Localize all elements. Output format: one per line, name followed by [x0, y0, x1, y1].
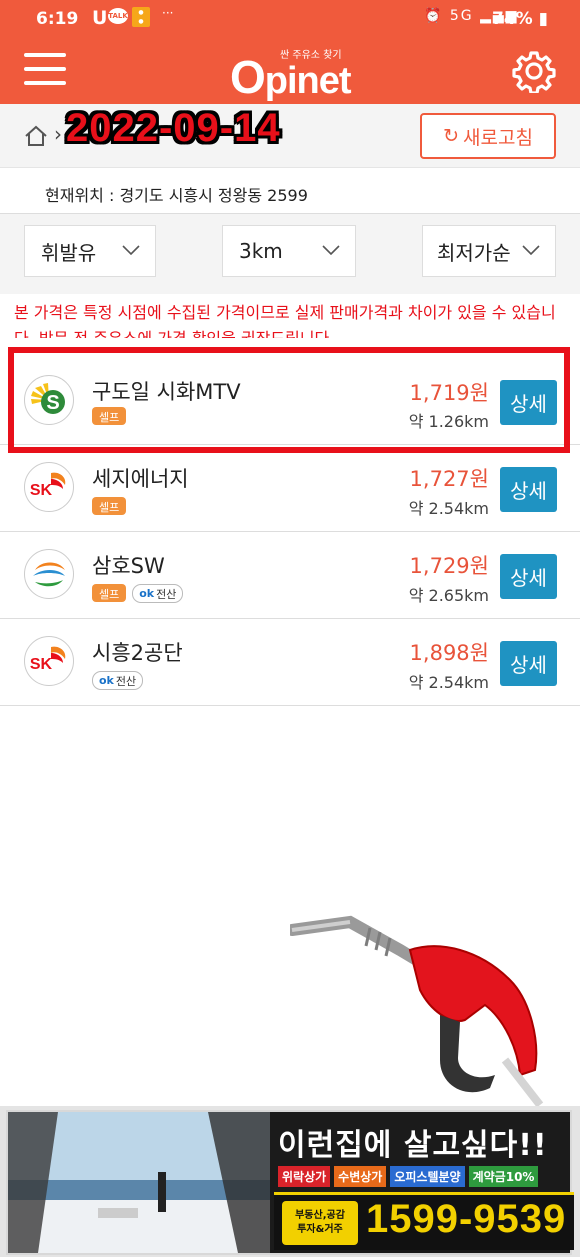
- detail-button[interactable]: 상세: [500, 641, 557, 686]
- ad-tag: 오피스텔분양: [390, 1166, 465, 1187]
- ad-badge: 부동산,공감 투자&거주: [282, 1201, 358, 1245]
- status-bar: 6:19 U⁺ TALK ● ● ··· ⏰ 5G ▂▄▆ 74% ▮: [0, 0, 580, 38]
- svg-text:S: S: [46, 392, 59, 414]
- self-service-badge: 셀프: [92, 407, 127, 425]
- card-payment-badge: ok 전산: [92, 671, 144, 690]
- ad-tag: 수변상가: [334, 1166, 387, 1187]
- more-notifications-icon: ···: [162, 6, 174, 20]
- station-row[interactable]: S 구도일 시화MTV 셀프 1,719원 약 1.26km 상세: [0, 345, 580, 445]
- refresh-icon: ↻: [443, 125, 459, 147]
- fuel-type-value: 휘발유: [41, 240, 97, 265]
- station-distance: 약 2.54km: [408, 673, 489, 692]
- radius-value: 3km: [239, 239, 283, 263]
- ok-cashbag-icon: ok: [99, 674, 114, 687]
- ad-phone-panel: 부동산,공감 투자&거주 1599-9539: [274, 1192, 574, 1250]
- radius-select[interactable]: 3km: [222, 225, 356, 277]
- ad-tag: 위락상가: [278, 1166, 331, 1187]
- station-row[interactable]: SK 시흥2공단 ok 전산 1,898원 약 2.54km 상세: [0, 619, 580, 706]
- svg-text:SK: SK: [30, 482, 53, 499]
- price-notice: 본 가격은 특정 시점에 수집된 가격이므로 실제 판매가격과 차이가 있을 수…: [14, 303, 556, 338]
- date-overlay: 2022-09-14: [66, 106, 281, 150]
- detail-button[interactable]: 상세: [500, 380, 557, 425]
- breadcrumb-chevron-icon: ›: [54, 122, 62, 146]
- station-name: 구도일 시화MTV: [92, 380, 241, 404]
- ad-tags: 위락상가 수변상가 오피스텔분양 계약금10%: [278, 1166, 539, 1187]
- ad-tag: 계약금10%: [468, 1166, 539, 1187]
- home-icon[interactable]: [24, 124, 48, 148]
- refresh-button[interactable]: ↻ 새로고침: [420, 113, 556, 159]
- sort-select[interactable]: 최저가순: [422, 225, 556, 277]
- fuel-type-select[interactable]: 휘발유: [24, 225, 156, 277]
- chevron-down-icon: [322, 245, 340, 256]
- station-price: 1,727원: [409, 467, 489, 491]
- sort-value: 최저가순: [437, 240, 511, 265]
- gs-logo-icon: [24, 549, 74, 599]
- ok-cashbag-icon: ok: [139, 587, 155, 600]
- card-payment-badge: ok 전산: [132, 584, 184, 603]
- station-name: 시흥2공단: [92, 641, 183, 665]
- detail-button[interactable]: 상세: [500, 467, 557, 512]
- ad-banner[interactable]: 이런집에 살고싶다!! 위락상가 수변상가 오피스텔분양 계약금10% 부동산,…: [0, 1106, 580, 1257]
- battery-level: 74% ▮: [492, 9, 548, 29]
- svg-text:SK: SK: [30, 656, 53, 673]
- station-row[interactable]: 삼호SW 셀프 ok 전산 1,729원 약 2.65km 상세: [0, 532, 580, 619]
- status-time: 6:19: [36, 9, 79, 29]
- station-distance: 약 1.26km: [408, 412, 489, 431]
- station-name: 세지에너지: [92, 467, 189, 491]
- app-notification-icon: ● ●: [132, 7, 150, 27]
- ad-title: 이런집에 살고싶다!!: [278, 1128, 548, 1163]
- sk-logo-icon: SK: [24, 636, 74, 686]
- talk-notification-icon: TALK: [108, 8, 128, 24]
- current-location: 현재위치 : 경기도 시흥시 정왕동 2599: [0, 168, 580, 214]
- station-price: 1,898원: [409, 641, 489, 665]
- chevron-down-icon: [522, 245, 540, 256]
- chevron-down-icon: [122, 245, 140, 256]
- sk-logo-icon: SK: [24, 462, 74, 512]
- detail-button[interactable]: 상세: [500, 554, 557, 599]
- ad-image: [8, 1112, 270, 1253]
- station-name: 삼호SW: [92, 554, 165, 578]
- station-price: 1,729원: [409, 554, 489, 578]
- station-price: 1,719원: [409, 381, 489, 405]
- breadcrumb-bar: › 2022-09-14 ↻ 새로고침: [0, 104, 580, 168]
- settings-gear-icon[interactable]: [512, 49, 556, 93]
- fuel-nozzle-icon: [290, 915, 544, 1108]
- station-list: S 구도일 시화MTV 셀프 1,719원 약 1.26km 상세 SK 세지에…: [0, 345, 580, 706]
- ad-phone-number: 1599-9539: [366, 1197, 567, 1241]
- menu-icon[interactable]: [24, 53, 66, 87]
- station-row[interactable]: SK 세지에너지 셀프 1,727원 약 2.54km 상세: [0, 445, 580, 532]
- refresh-label: 새로고침: [463, 126, 533, 149]
- self-service-badge: 셀프: [92, 497, 127, 515]
- network-label: 5G: [449, 8, 474, 24]
- s-oil-logo-icon: S: [24, 375, 74, 425]
- station-distance: 약 2.54km: [408, 499, 489, 518]
- self-service-badge: 셀프: [92, 584, 127, 602]
- filter-bar: 휘발유 3km 최저가순: [0, 214, 580, 294]
- app-header: 싼 주유소 찾기 Opinet: [0, 38, 580, 104]
- station-distance: 약 2.65km: [408, 586, 489, 605]
